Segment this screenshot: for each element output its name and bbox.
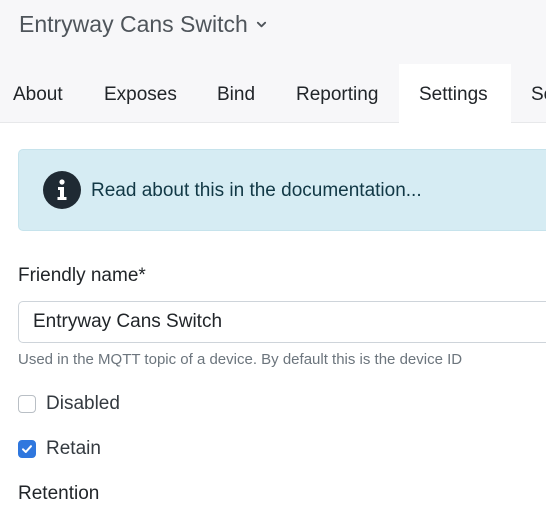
checkmark-icon <box>22 445 32 453</box>
disabled-checkbox[interactable] <box>18 395 36 413</box>
disabled-label: Disabled <box>46 393 120 414</box>
retain-checkbox-row[interactable]: Retain <box>18 438 101 460</box>
settings-panel: Read about this in the documentation... … <box>0 123 546 504</box>
device-title: Entryway Cans Switch <box>19 11 248 37</box>
friendly-name-hint: Used in the MQTT topic of a device. By d… <box>18 351 463 368</box>
tab-exposes[interactable]: Exposes <box>104 64 177 122</box>
tab-bar: About Exposes Bind Reporting Settings Se <box>0 64 546 123</box>
device-header: Entryway Cans Switch <box>0 0 546 64</box>
device-selector[interactable]: Entryway Cans Switch <box>19 11 267 38</box>
tab-reporting[interactable]: Reporting <box>296 64 378 122</box>
retain-checkbox[interactable] <box>18 440 36 458</box>
tab-settings[interactable]: Settings <box>399 64 511 123</box>
tab-se[interactable]: Se <box>531 64 546 122</box>
friendly-name-label: Friendly name* <box>18 265 146 286</box>
tab-settings-label: Settings <box>419 84 488 105</box>
retain-label: Retain <box>46 438 101 459</box>
info-icon <box>43 171 81 209</box>
tab-bind[interactable]: Bind <box>217 64 255 122</box>
info-alert: Read about this in the documentation... <box>18 149 546 231</box>
retention-label: Retention <box>18 483 100 504</box>
chevron-down-icon <box>256 21 266 28</box>
friendly-name-input[interactable] <box>18 301 546 343</box>
disabled-checkbox-row[interactable]: Disabled <box>18 393 120 415</box>
documentation-link[interactable]: Read about this in the documentation... <box>91 180 422 202</box>
tab-about[interactable]: About <box>13 64 63 122</box>
